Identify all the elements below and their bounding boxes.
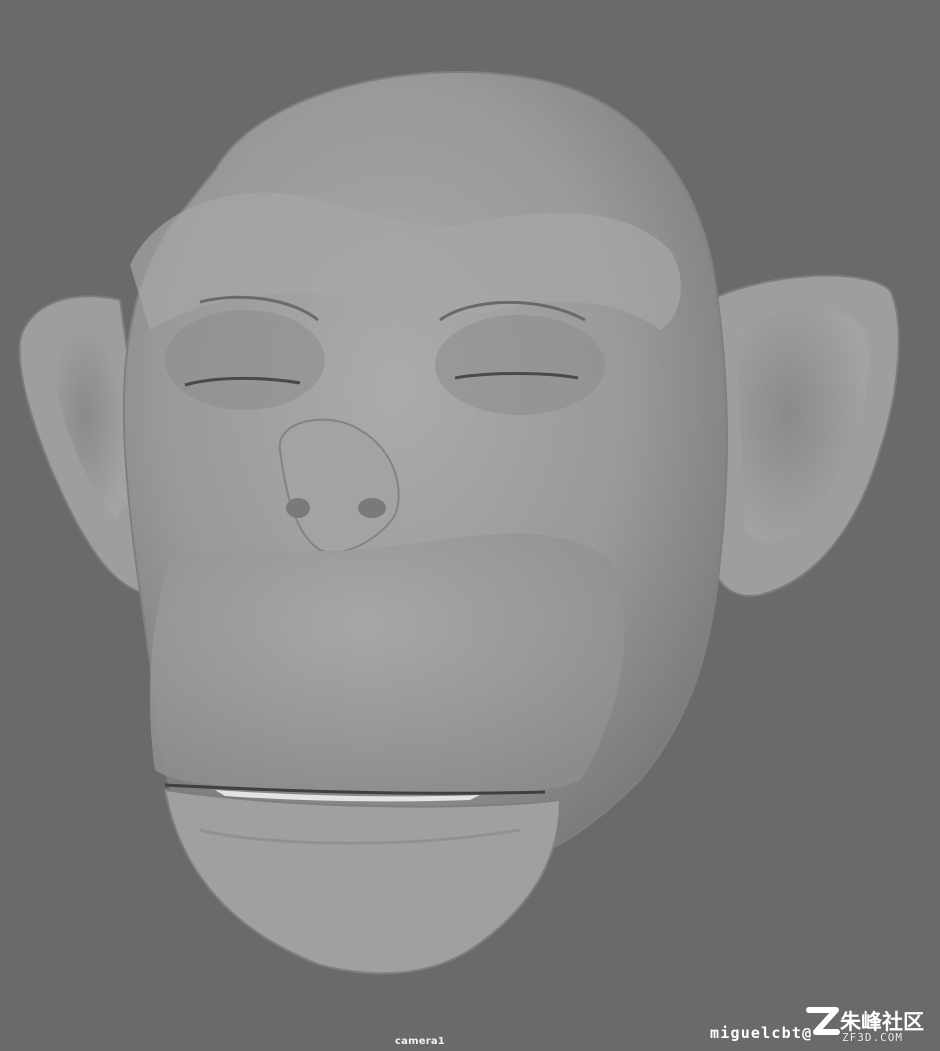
chin: [163, 788, 562, 975]
watermark: 朱峰社区 ZF3D.COM: [800, 1004, 940, 1048]
zf-logo-icon: [806, 1007, 840, 1035]
watermark-url: ZF3D.COM: [842, 1031, 903, 1044]
muzzle: [150, 533, 625, 795]
chimp-head-model: [18, 71, 900, 975]
3d-viewport[interactable]: camera1 miguelcbt@ 朱峰社区 ZF3D.COM: [0, 0, 940, 1051]
author-watermark: miguelcbt@: [710, 1024, 813, 1042]
